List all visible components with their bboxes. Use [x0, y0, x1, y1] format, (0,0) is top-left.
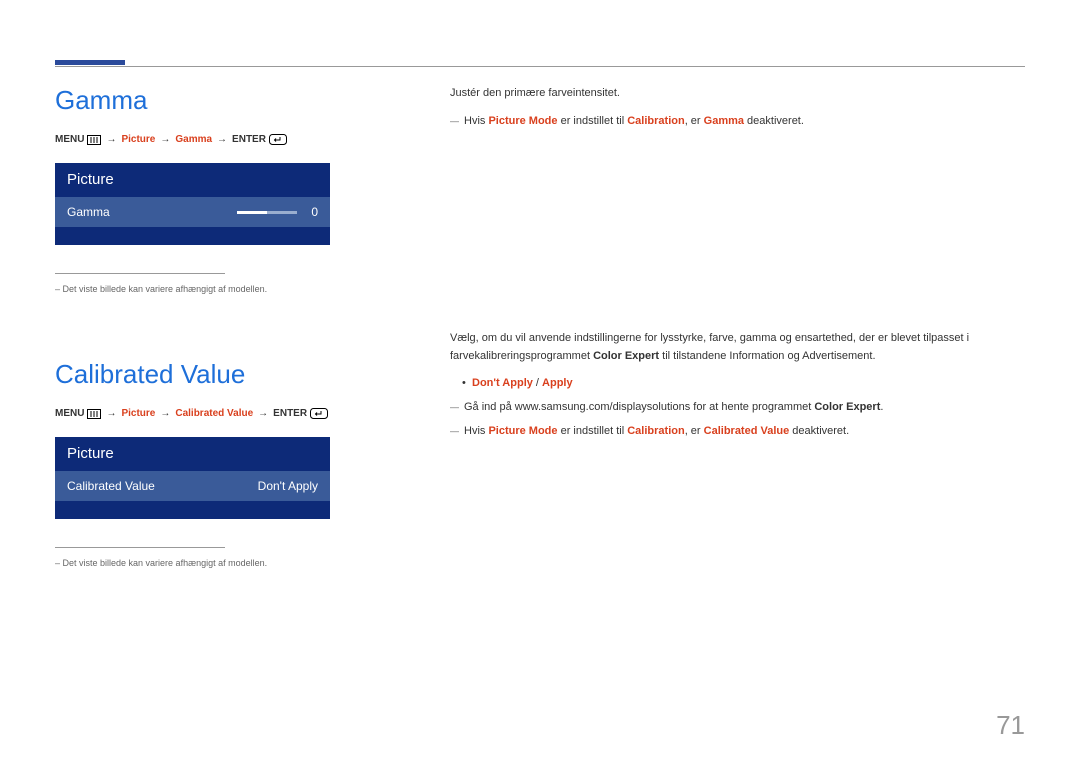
- arrow-icon: →: [106, 408, 116, 419]
- enter-icon: [310, 408, 328, 419]
- picture-mode-ref: Picture Mode: [488, 115, 557, 127]
- main-content: Gamma MENU → Picture → Gamma → ENTER Pic…: [55, 85, 1025, 568]
- calibrated-value-ref: Calibrated Value: [704, 425, 790, 437]
- text: , er: [685, 115, 704, 127]
- text: deaktiveret.: [789, 425, 849, 437]
- page-number: 71: [996, 710, 1025, 741]
- text: er indstillet til: [558, 115, 628, 127]
- calibrated-note-deactivated: Hvis Picture Mode er indstillet til Cali…: [450, 423, 1025, 441]
- arrow-icon: →: [258, 408, 268, 419]
- enter-icon: [269, 134, 287, 145]
- path-picture: Picture: [121, 134, 155, 145]
- preview-row-value: Don't Apply: [258, 479, 318, 493]
- gamma-ref: Gamma: [704, 115, 744, 127]
- preview-footer: [55, 227, 330, 245]
- option-apply: Apply: [542, 377, 573, 389]
- arrow-icon: →: [106, 134, 116, 145]
- calibration-ref: Calibration: [627, 115, 684, 127]
- caption-rule: [55, 547, 225, 548]
- text: , er: [685, 425, 704, 437]
- preview-footer: [55, 501, 330, 519]
- left-column: Gamma MENU → Picture → Gamma → ENTER Pic…: [55, 85, 390, 568]
- arrow-icon: →: [160, 134, 170, 145]
- path-calibrated: Calibrated Value: [175, 408, 253, 419]
- text: deaktiveret.: [744, 115, 804, 127]
- option-dont-apply: Don't Apply: [472, 377, 533, 389]
- menu-icon: [87, 409, 101, 419]
- text: Gå ind på www.samsung.com/displaysolutio…: [464, 401, 814, 413]
- arrow-icon: →: [160, 408, 170, 419]
- menu-path-calibrated: MENU → Picture → Calibrated Value → ENTE…: [55, 408, 390, 419]
- calibrated-options: Don't Apply / Apply: [450, 375, 1025, 393]
- section-title-gamma: Gamma: [55, 85, 390, 116]
- gamma-description: Justér den primære farveintensitet.: [450, 85, 1025, 103]
- menu-icon: [87, 135, 101, 145]
- picture-mode-ref: Picture Mode: [488, 425, 557, 437]
- preview-row-label: Gamma: [67, 205, 110, 219]
- enter-label: ENTER: [273, 408, 307, 419]
- separator: /: [533, 377, 542, 389]
- menu-path-gamma: MENU → Picture → Gamma → ENTER: [55, 134, 390, 145]
- preview-row-calibrated: Calibrated Value Don't Apply: [55, 471, 330, 501]
- header-accent-bar: [55, 60, 125, 65]
- slider-indicator: [237, 211, 297, 214]
- preview-row-label: Calibrated Value: [67, 479, 155, 493]
- calibrated-note-download: Gå ind på www.samsung.com/displaysolutio…: [450, 399, 1025, 417]
- gamma-note: Hvis Picture Mode er indstillet til Cali…: [450, 113, 1025, 131]
- header-rule: [55, 66, 1025, 67]
- menu-label: MENU: [55, 408, 84, 419]
- path-picture: Picture: [121, 408, 155, 419]
- section-calibrated: Calibrated Value MENU → Picture → Calibr…: [55, 359, 390, 568]
- preview-panel-gamma: Picture Gamma 0: [55, 163, 330, 245]
- calibration-ref: Calibration: [627, 425, 684, 437]
- section-title-calibrated: Calibrated Value: [55, 359, 390, 390]
- text: er indstillet til: [558, 425, 628, 437]
- preview-header: Picture: [55, 163, 330, 197]
- caption-gamma: – Det viste billede kan variere afhængig…: [55, 284, 390, 294]
- preview-row-gamma: Gamma 0: [55, 197, 330, 227]
- calibrated-text-block: Vælg, om du vil anvende indstillingerne …: [450, 330, 1025, 440]
- color-expert-ref: Color Expert: [814, 401, 880, 413]
- calibrated-description: Vælg, om du vil anvende indstillingerne …: [450, 330, 1025, 365]
- right-column: Justér den primære farveintensitet. Hvis…: [450, 85, 1025, 568]
- preview-panel-calibrated: Picture Calibrated Value Don't Apply: [55, 437, 330, 519]
- preview-row-value: 0: [311, 205, 318, 219]
- preview-header: Picture: [55, 437, 330, 471]
- text: Hvis: [464, 425, 488, 437]
- arrow-icon: →: [217, 134, 227, 145]
- text: til tilstandene Information og Advertise…: [659, 350, 875, 362]
- color-expert-ref: Color Expert: [593, 350, 659, 362]
- path-gamma: Gamma: [175, 134, 212, 145]
- enter-label: ENTER: [232, 134, 266, 145]
- text: .: [880, 401, 883, 413]
- caption-rule: [55, 273, 225, 274]
- text: Hvis: [464, 115, 488, 127]
- caption-calibrated: – Det viste billede kan variere afhængig…: [55, 558, 390, 568]
- menu-label: MENU: [55, 134, 84, 145]
